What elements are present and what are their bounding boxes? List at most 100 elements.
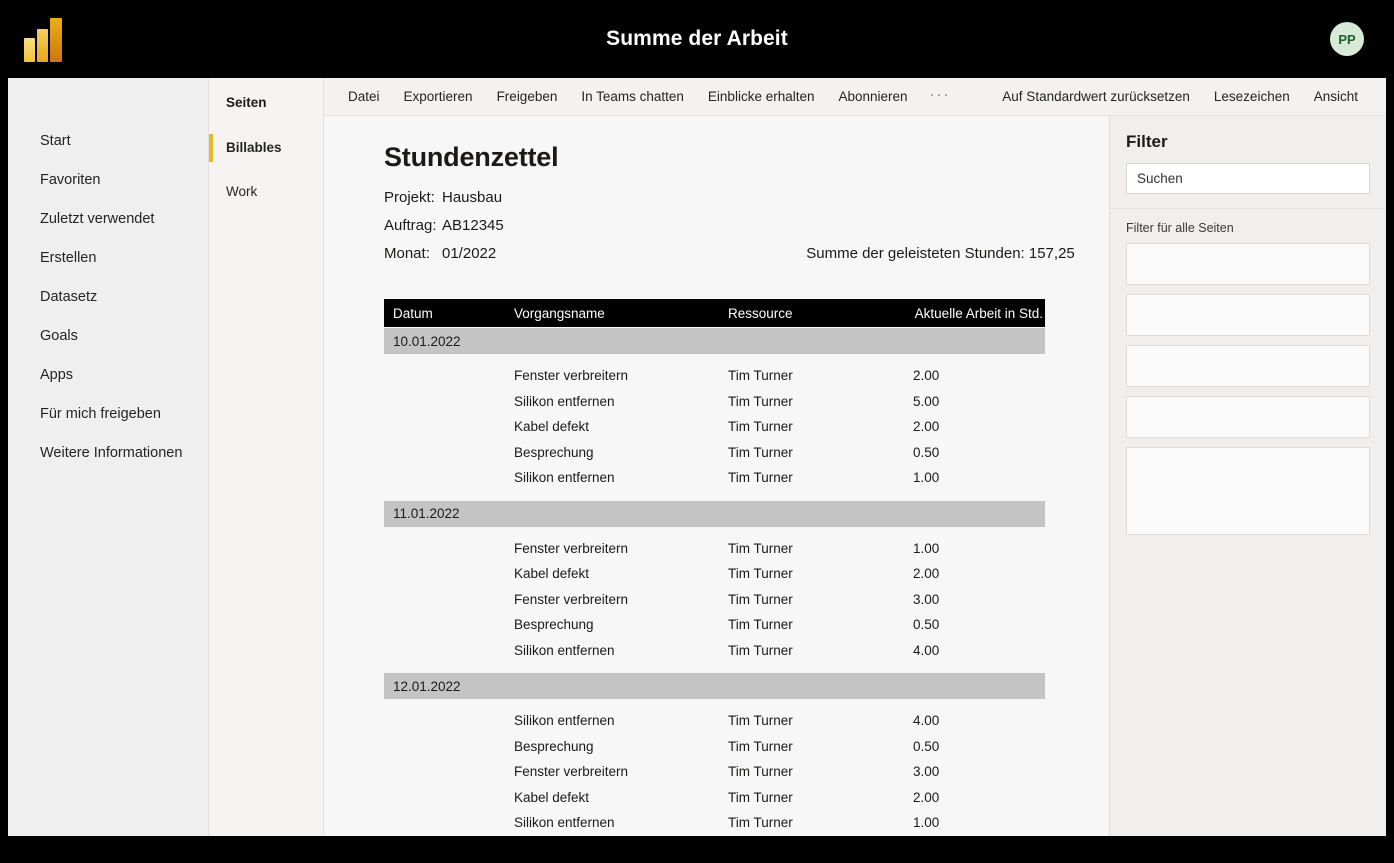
table-row[interactable]: Besprechung Tim Turner 0.50 bbox=[384, 440, 1045, 466]
cell-vorgangsname: Besprechung bbox=[514, 738, 594, 754]
cell-arbeit: 2.00 bbox=[913, 419, 940, 435]
table-group-row[interactable]: 10.01.2022 bbox=[384, 328, 1045, 354]
page-item-work[interactable]: Work bbox=[209, 177, 323, 207]
cell-ressource: Tim Turner bbox=[728, 393, 793, 409]
table-group-row[interactable]: 12.01.2022 bbox=[384, 673, 1045, 699]
table-row[interactable]: Silikon entfernen Tim Turner 4.00 bbox=[384, 638, 1045, 664]
table-header-row: Datum Vorgangsname Ressource Aktuelle Ar… bbox=[384, 299, 1045, 327]
table-group-row[interactable]: 11.01.2022 bbox=[384, 500, 1045, 527]
filter-card[interactable] bbox=[1126, 345, 1370, 387]
meta-value-auftrag: AB12345 bbox=[442, 217, 504, 234]
toolbar-item-freigeben[interactable]: Freigeben bbox=[485, 82, 570, 112]
filter-pane-title: Filter bbox=[1126, 132, 1168, 151]
sidebar-item-start[interactable]: Start bbox=[8, 122, 208, 161]
filter-card[interactable] bbox=[1126, 396, 1370, 438]
cell-arbeit: 0.50 bbox=[913, 444, 940, 460]
group-date: 10.01.2022 bbox=[393, 333, 461, 349]
toolbar-item-abonnieren[interactable]: Abonnieren bbox=[827, 82, 920, 112]
toolbar-item-auf-standardwert-zuruecksetzen[interactable]: Auf Standardwert zurücksetzen bbox=[990, 82, 1202, 112]
cell-ressource: Tim Turner bbox=[728, 444, 793, 460]
meta-value-monat: 01/2022 bbox=[442, 245, 497, 262]
sidebar-item-datasetz[interactable]: Datasetz bbox=[8, 278, 208, 317]
table-row[interactable]: Silikon entfernen Tim Turner 1.00 bbox=[384, 465, 1045, 491]
sidebar-item-weitere-informationen[interactable]: Weitere Informationen bbox=[8, 434, 208, 473]
filter-card[interactable] bbox=[1126, 294, 1370, 336]
table-row[interactable]: Kabel defekt Tim Turner 2.00 bbox=[384, 414, 1045, 440]
body-region: Start Favoriten Zuletzt verwendet Erstel… bbox=[8, 78, 1386, 836]
meta-row-auftrag: Auftrag: AB12345 bbox=[384, 217, 1109, 245]
search-input[interactable] bbox=[1126, 163, 1370, 194]
more-options-icon[interactable]: ··· bbox=[920, 82, 961, 112]
cell-vorgangsname: Silikon entfernen bbox=[514, 393, 615, 409]
cell-arbeit: 3.00 bbox=[913, 591, 940, 607]
cell-ressource: Tim Turner bbox=[728, 470, 793, 486]
cell-ressource: Tim Turner bbox=[728, 738, 793, 754]
filter-pane-header: Filter bbox=[1110, 116, 1386, 209]
avatar[interactable]: PP bbox=[1330, 22, 1364, 56]
cell-arbeit: 2.00 bbox=[913, 368, 940, 384]
toolbar-item-einblicke-erhalten[interactable]: Einblicke erhalten bbox=[696, 82, 827, 112]
cell-ressource: Tim Turner bbox=[728, 642, 793, 658]
cell-arbeit: 4.00 bbox=[913, 642, 940, 658]
cell-arbeit: 2.00 bbox=[913, 789, 940, 805]
app-header: Summe der Arbeit PP bbox=[0, 0, 1394, 78]
group-date: 11.01.2022 bbox=[393, 506, 460, 521]
table-row[interactable]: Fenster verbreitern Tim Turner 1.00 bbox=[384, 536, 1045, 562]
cell-ressource: Tim Turner bbox=[728, 617, 793, 633]
cell-ressource: Tim Turner bbox=[728, 713, 793, 729]
sidebar-item-fuer-mich-freigeben[interactable]: Für mich freigeben bbox=[8, 395, 208, 434]
meta-row-projekt: Projekt: Hausbau bbox=[384, 189, 1109, 217]
command-toolbar: Datei Exportieren Freigeben In Teams cha… bbox=[324, 78, 1386, 116]
table-row[interactable]: Fenster verbreitern Tim Turner 2.00 bbox=[384, 363, 1045, 389]
main-column: Datei Exportieren Freigeben In Teams cha… bbox=[324, 78, 1386, 836]
filter-scope-label: Filter für alle Seiten bbox=[1126, 221, 1234, 235]
table-row[interactable]: Fenster verbreitern Tim Turner 3.00 bbox=[384, 759, 1045, 785]
page-item-billables[interactable]: Billables bbox=[209, 133, 323, 163]
table-row[interactable]: Kabel defekt Tim Turner 2.00 bbox=[384, 561, 1045, 587]
report-content: Stundenzettel Projekt: Hausbau Auftrag: … bbox=[384, 142, 1109, 836]
sidebar-item-apps[interactable]: Apps bbox=[8, 356, 208, 395]
table-row[interactable]: Kabel defekt Tim Turner 2.00 bbox=[384, 785, 1045, 811]
filter-card[interactable] bbox=[1126, 447, 1370, 535]
timesheet-table: Datum Vorgangsname Ressource Aktuelle Ar… bbox=[384, 299, 1045, 836]
column-header-aktuelle-arbeit: Aktuelle Arbeit in Std. bbox=[914, 305, 1043, 321]
column-header-ressource: Ressource bbox=[728, 305, 793, 321]
meta-row-monat: Monat: 01/2022 Summe der geleisteten Stu… bbox=[384, 245, 1109, 273]
cell-vorgangsname: Silikon entfernen bbox=[514, 470, 615, 486]
table-row[interactable]: Silikon entfernen Tim Turner 4.00 bbox=[384, 708, 1045, 734]
cell-arbeit: 5.00 bbox=[913, 393, 940, 409]
cell-ressource: Tim Turner bbox=[728, 368, 793, 384]
table-row[interactable]: Fenster verbreitern Tim Turner 3.00 bbox=[384, 587, 1045, 613]
sidebar-item-goals[interactable]: Goals bbox=[8, 317, 208, 356]
meta-label-projekt: Projekt: bbox=[384, 189, 435, 206]
group-date: 12.01.2022 bbox=[393, 678, 461, 694]
cell-vorgangsname: Fenster verbreitern bbox=[514, 591, 629, 607]
table-row[interactable]: Silikon entfernen Tim Turner 1.00 bbox=[384, 810, 1045, 836]
meta-value-projekt: Hausbau bbox=[442, 189, 503, 206]
cell-vorgangsname: Silikon entfernen bbox=[514, 642, 615, 658]
toolbar-left-group: Datei Exportieren Freigeben In Teams cha… bbox=[324, 82, 961, 112]
power-bi-logo-icon[interactable] bbox=[24, 18, 64, 62]
report-canvas: Stundenzettel Projekt: Hausbau Auftrag: … bbox=[324, 116, 1110, 836]
toolbar-right-group: Auf Standardwert zurücksetzen Lesezeiche… bbox=[990, 82, 1386, 112]
table-row[interactable]: Besprechung Tim Turner 0.50 bbox=[384, 734, 1045, 760]
cell-ressource: Tim Turner bbox=[728, 591, 793, 607]
toolbar-item-lesezeichen[interactable]: Lesezeichen bbox=[1202, 82, 1302, 112]
toolbar-item-datei[interactable]: Datei bbox=[336, 82, 392, 112]
sidebar-item-zuletzt-verwendet[interactable]: Zuletzt verwendet bbox=[8, 200, 208, 239]
table-row[interactable]: Silikon entfernen Tim Turner 5.00 bbox=[384, 389, 1045, 415]
table-row[interactable]: Besprechung Tim Turner 0.50 bbox=[384, 612, 1045, 638]
cell-ressource: Tim Turner bbox=[728, 789, 793, 805]
filter-card[interactable] bbox=[1126, 243, 1370, 285]
power-bi-window: Summe der Arbeit PP Start Favoriten Zule… bbox=[0, 0, 1394, 863]
toolbar-item-exportieren[interactable]: Exportieren bbox=[392, 82, 485, 112]
cell-vorgangsname: Fenster verbreitern bbox=[514, 540, 629, 556]
toolbar-item-in-teams-chatten[interactable]: In Teams chatten bbox=[569, 82, 696, 112]
sidebar-item-favoriten[interactable]: Favoriten bbox=[8, 161, 208, 200]
sidebar-item-erstellen[interactable]: Erstellen bbox=[8, 239, 208, 278]
cell-arbeit: 1.00 bbox=[913, 470, 940, 486]
toolbar-item-ansicht[interactable]: Ansicht bbox=[1302, 82, 1370, 112]
